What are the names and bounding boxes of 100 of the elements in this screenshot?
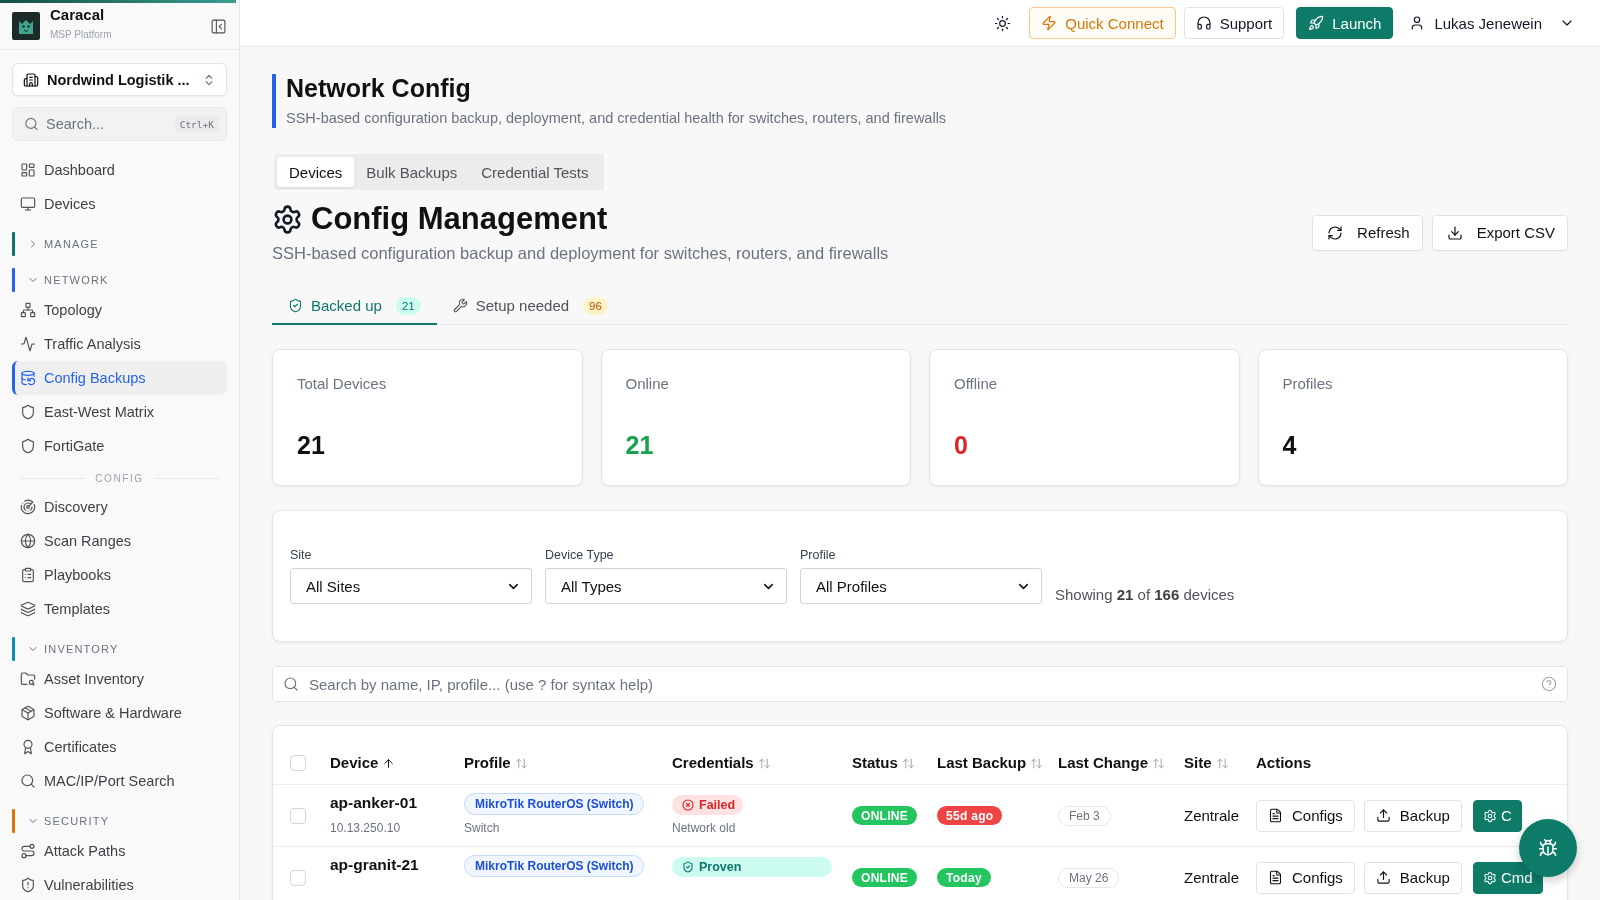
nav-link[interactable]: Certificates — [12, 730, 227, 764]
search-icon — [283, 676, 299, 692]
panel-left-icon[interactable] — [210, 17, 227, 35]
checkbox[interactable] — [290, 869, 306, 886]
tab[interactable]: Devices — [277, 157, 355, 187]
award-icon — [20, 739, 36, 755]
row-action-button[interactable]: Backup — [1363, 799, 1462, 832]
nav-link[interactable]: Devices — [12, 187, 227, 221]
toolbar-button[interactable]: Refresh — [1312, 214, 1423, 251]
profile-tag: MikroTik RouterOS (Switch) — [464, 855, 645, 877]
stat-value: 21 — [625, 431, 655, 460]
download-icon — [1446, 224, 1463, 241]
stat-value: 4 — [1282, 431, 1298, 460]
site-name: Zentrale — [1184, 869, 1240, 886]
column-header[interactable]: Last Backup — [937, 753, 1058, 773]
monitor-icon — [20, 196, 36, 212]
sort-arrows-icon — [901, 756, 915, 770]
sort-arrows-icon — [1215, 756, 1229, 770]
filter-label: Device Type — [545, 548, 615, 562]
column-header: Actions — [1256, 753, 1312, 773]
radar-icon — [20, 499, 36, 515]
clipboard-icon — [20, 567, 36, 583]
last-backup-label: 55d ago — [937, 806, 1003, 825]
refresh-icon — [1327, 224, 1344, 241]
shield-check-icon — [288, 298, 303, 313]
gear-icon — [1482, 808, 1497, 823]
section-title: Config Management — [311, 202, 608, 236]
nav-link[interactable]: Config Backups — [12, 361, 227, 395]
nav-group-toggle[interactable]: NETWORK — [12, 267, 227, 293]
filter-select[interactable]: All Sites — [290, 568, 532, 604]
nav-link[interactable]: Software & Hardware — [12, 696, 227, 730]
status-tab[interactable]: Setup needed 96 — [436, 288, 624, 325]
checkbox[interactable] — [290, 755, 306, 771]
site-name: Zentrale — [1184, 807, 1240, 824]
sun-icon[interactable] — [994, 14, 1012, 32]
column-header[interactable]: Device — [330, 753, 464, 773]
wrench-icon — [452, 298, 468, 313]
top-bar-button[interactable]: Support — [1183, 7, 1285, 39]
nav-section-label: CONFIG — [95, 473, 144, 484]
last-backup-label: Today — [937, 868, 991, 887]
row-action-button[interactable]: C — [1472, 799, 1522, 832]
status-tab[interactable]: Backed up 21 — [272, 288, 437, 325]
count-badge: 96 — [583, 296, 608, 315]
nav-link[interactable]: Asset Inventory — [12, 662, 227, 696]
nav-link[interactable]: Scan Ranges — [12, 524, 227, 558]
search-icon — [20, 773, 36, 789]
row-action-button[interactable]: Configs — [1256, 861, 1355, 894]
help-icon[interactable] — [1541, 676, 1557, 692]
page-title: Network Config — [286, 74, 472, 102]
nav-link[interactable]: Dashboard — [12, 153, 227, 187]
nav-link[interactable]: Discovery — [12, 490, 227, 524]
filter-select[interactable]: All Types — [545, 568, 787, 604]
tab[interactable]: Credential Tests — [469, 157, 601, 187]
stat-label: Profiles — [1282, 375, 1334, 392]
nav-link[interactable]: East-West Matrix — [12, 395, 227, 429]
section-subtitle: SSH-based configuration backup and deployment for switches, routers, and firewalls — [272, 243, 889, 263]
package-icon — [20, 705, 36, 721]
shield-icon — [20, 404, 36, 420]
search-field[interactable]: Search by name, IP, profile... (use ? for syntax help) — [272, 666, 1568, 702]
stat-label: Offline — [954, 375, 999, 392]
nav-link[interactable]: FortiGate — [12, 429, 227, 463]
column-header[interactable]: Credentials — [672, 753, 852, 773]
nav-link[interactable]: Playbooks — [12, 558, 227, 592]
user-menu[interactable]: Lukas Jenewein — [1409, 14, 1575, 32]
nav-group-toggle[interactable]: SECURITY — [12, 808, 227, 834]
top-bar-button[interactable]: Launch — [1296, 7, 1394, 39]
arrow-up-icon — [382, 756, 396, 770]
nav-group-toggle[interactable]: MANAGE — [12, 231, 227, 257]
organization-selector[interactable]: Nordwind Logistik ... — [12, 63, 227, 96]
ip-address: 10.13.250.10 — [330, 821, 402, 836]
row-action-button[interactable]: Backup — [1363, 861, 1462, 894]
dashboard-grid-icon — [20, 162, 36, 178]
nav-link[interactable]: Attack Paths — [12, 834, 227, 868]
nav-link[interactable]: Vulnerabilities — [12, 868, 227, 900]
x-circle-icon — [682, 799, 694, 811]
sort-arrows-icon — [514, 756, 528, 770]
tab[interactable]: Bulk Backups — [354, 157, 470, 187]
nav-link[interactable]: Topology — [12, 293, 227, 327]
device-name[interactable]: ap-anker-01 — [330, 793, 464, 813]
nav-link[interactable]: MAC/IP/Port Search — [12, 764, 227, 798]
column-header[interactable]: Profile — [464, 753, 672, 773]
shield-check-icon — [682, 861, 694, 873]
nav-group-toggle[interactable]: INVENTORY — [12, 636, 227, 662]
rocket-icon — [1308, 15, 1325, 31]
column-header[interactable]: Status — [852, 753, 937, 773]
results-summary: Showing 21 of 166 devices — [1055, 585, 1235, 603]
network-icon — [20, 302, 36, 318]
device-name[interactable]: ap-granit-21 — [330, 855, 464, 875]
checkbox[interactable] — [290, 807, 306, 824]
filter-select[interactable]: All Profiles — [800, 568, 1042, 604]
nav-link[interactable]: Traffic Analysis — [12, 327, 227, 361]
column-header[interactable]: Last Change — [1058, 753, 1184, 773]
toolbar-button[interactable]: Export CSV — [1431, 214, 1568, 251]
filter-label: Profile — [800, 548, 837, 562]
stat-label: Total Devices — [297, 375, 388, 392]
document-icon — [1268, 870, 1283, 885]
upload-icon — [1375, 808, 1391, 823]
nav-link[interactable]: Templates — [12, 592, 227, 626]
row-action-button[interactable]: Configs — [1256, 799, 1355, 832]
column-header[interactable]: Site — [1184, 753, 1256, 773]
